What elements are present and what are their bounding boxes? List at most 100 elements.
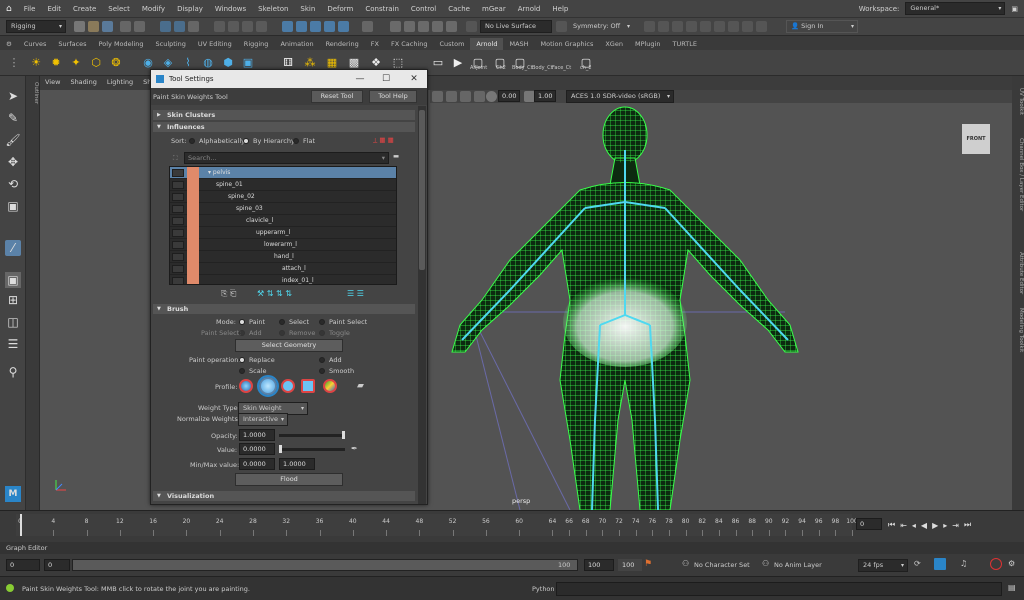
op-scale-radio[interactable] [239,368,245,374]
fps-select[interactable]: 24 fps ▾ [858,559,908,572]
symmetry-icon[interactable] [556,21,567,32]
influence-search-input[interactable]: Search... ▾ [184,152,389,164]
start-time-field[interactable]: 0 [6,559,40,571]
move-tool-icon[interactable]: ✥ [5,154,21,170]
paint-select-icon[interactable]: 🖌 [5,132,21,148]
panel-icon[interactable] [756,21,767,32]
two-view-icon[interactable]: ◫ [5,314,21,330]
tool-help-button[interactable]: Tool Help [369,90,417,103]
vp-wireframe-icon[interactable] [432,91,443,102]
character-set-icon[interactable]: ⚇ [682,559,689,568]
attribute-icon[interactable] [700,21,711,32]
exposure-field[interactable]: 0.00 [498,90,520,102]
render-view-icon[interactable] [658,21,669,32]
tab-uv-toolkit[interactable]: UV Toolkit [1012,88,1024,115]
section-brush[interactable]: ▼ Brush [153,304,415,314]
arnold-cube-icon[interactable]: ❖ [368,54,384,70]
minimize-icon[interactable]: — [347,70,373,88]
lock-toggle-icon[interactable] [172,205,184,213]
maximize-icon[interactable]: ☐ [373,70,399,88]
maya-m-icon[interactable]: M [5,486,21,502]
profile-gaussian-icon[interactable] [239,379,253,393]
folder-icon[interactable]: ▰ [357,381,364,391]
tab-custom[interactable]: Custom [434,38,471,50]
menu-create[interactable]: Create [67,5,102,13]
max-value-field[interactable]: 1.0000 [279,458,315,470]
arnold-render-icon[interactable] [446,21,457,32]
gamma-field[interactable]: 1.00 [534,90,556,102]
list-item[interactable]: upperarm_l [170,227,396,239]
snap-pivot-icon[interactable] [644,21,655,32]
tab-fx-caching[interactable]: FX Caching [385,38,434,50]
profile-solid-icon[interactable] [281,379,295,393]
op-replace-radio[interactable] [239,357,245,363]
channel-icon[interactable] [686,21,697,32]
tool-settings-titlebar[interactable]: Tool Settings — ☐ ✕ [151,70,427,88]
auto-key-icon[interactable] [934,558,946,570]
normalize-select[interactable]: Interactive ▾ [238,413,288,426]
menu-mgear[interactable]: mGear [476,5,512,13]
shelf-rv-icon[interactable]: ▭ [430,54,446,70]
lock-toggle-icon[interactable] [172,265,184,273]
save-scene-icon[interactable] [102,21,113,32]
key-icon[interactable]: ⚑ [644,559,652,569]
lock-icon[interactable]: ▣ [1005,5,1024,13]
tab-mplugin[interactable]: MPlugin [629,38,667,50]
vp-menu-shading[interactable]: Shading [65,78,101,90]
render-settings-icon[interactable] [418,21,429,32]
lock-toggle-icon[interactable] [172,229,184,237]
menu-constrain[interactable]: Constrain [359,5,405,13]
mask-curves-icon[interactable] [228,21,239,32]
value-slider-handle[interactable] [279,445,282,453]
new-scene-icon[interactable] [74,21,85,32]
scale-tool-icon[interactable]: ▣ [5,198,21,214]
arnold-kick-icon[interactable]: ⬚ [390,54,406,70]
range-end-field[interactable]: 100 [584,559,614,571]
select-tool-icon[interactable]: ➤ [5,88,21,104]
outliner-tab[interactable]: Outliner [27,82,39,104]
live-surface-icon[interactable] [466,21,477,32]
snap-point-icon[interactable] [310,21,321,32]
profile-soft-icon[interactable] [257,375,279,397]
menu-display[interactable]: Display [171,5,209,13]
arnold-light-icon[interactable]: ☀ [28,54,44,70]
eyedropper-icon[interactable]: ✒ [351,444,358,453]
menuset-select[interactable]: Rigging ▾ [6,20,66,33]
shelf-menu-icon[interactable]: ⋮ [6,54,22,70]
undo-icon[interactable] [120,21,131,32]
tab-rendering[interactable]: Rendering [320,38,365,50]
lock-toggle-icon[interactable] [172,169,184,177]
section-skin-clusters[interactable]: ▶ Skin Clusters [153,110,415,120]
single-view-icon[interactable]: ▣ [5,272,21,288]
mode-paint-radio[interactable] [239,319,245,325]
tab-channel-box[interactable]: Channel Box / Layer Editor [1012,138,1024,211]
influence-tool-icons[interactable]: ⟂ ▦ ▦ [373,136,394,145]
menu-select[interactable]: Select [102,5,136,13]
flood-button[interactable]: Flood [235,473,343,486]
arnold-curve-icon[interactable]: ⌇ [180,54,196,70]
opacity-slider[interactable] [279,434,345,437]
close-icon[interactable]: ✕ [401,70,427,88]
arnold-photometric-icon[interactable]: ❂ [108,54,124,70]
mode-paint-select-radio[interactable] [319,319,325,325]
go-to-start-icon[interactable]: ⏮ [888,520,895,530]
section-influences[interactable]: ▼ Influences [153,122,415,132]
profile-image-icon[interactable] [323,379,337,393]
tab-mash[interactable]: MASH [503,38,534,50]
range-start-field[interactable]: 0 [44,559,70,571]
tab-uv-editing[interactable]: UV Editing [192,38,238,50]
current-frame-field[interactable]: 0 [856,518,882,530]
menu-control[interactable]: Control [405,5,442,13]
tab-fx[interactable]: FX [365,38,385,50]
sort-hierarchy-radio[interactable] [243,138,249,144]
menu-skin[interactable]: Skin [294,5,321,13]
tool-settings-scroll-thumb[interactable] [419,110,425,270]
value-field[interactable]: 0.0000 [239,443,275,455]
command-line-input[interactable] [556,582,1002,596]
tab-poly-modeling[interactable]: Poly Modeling [93,38,150,50]
mask-joints-icon[interactable] [214,21,225,32]
ps-add-radio[interactable] [239,330,245,336]
arnold-shader-icon[interactable]: ◍ [200,54,216,70]
menu-cache[interactable]: Cache [442,5,476,13]
redo-icon[interactable] [134,21,145,32]
